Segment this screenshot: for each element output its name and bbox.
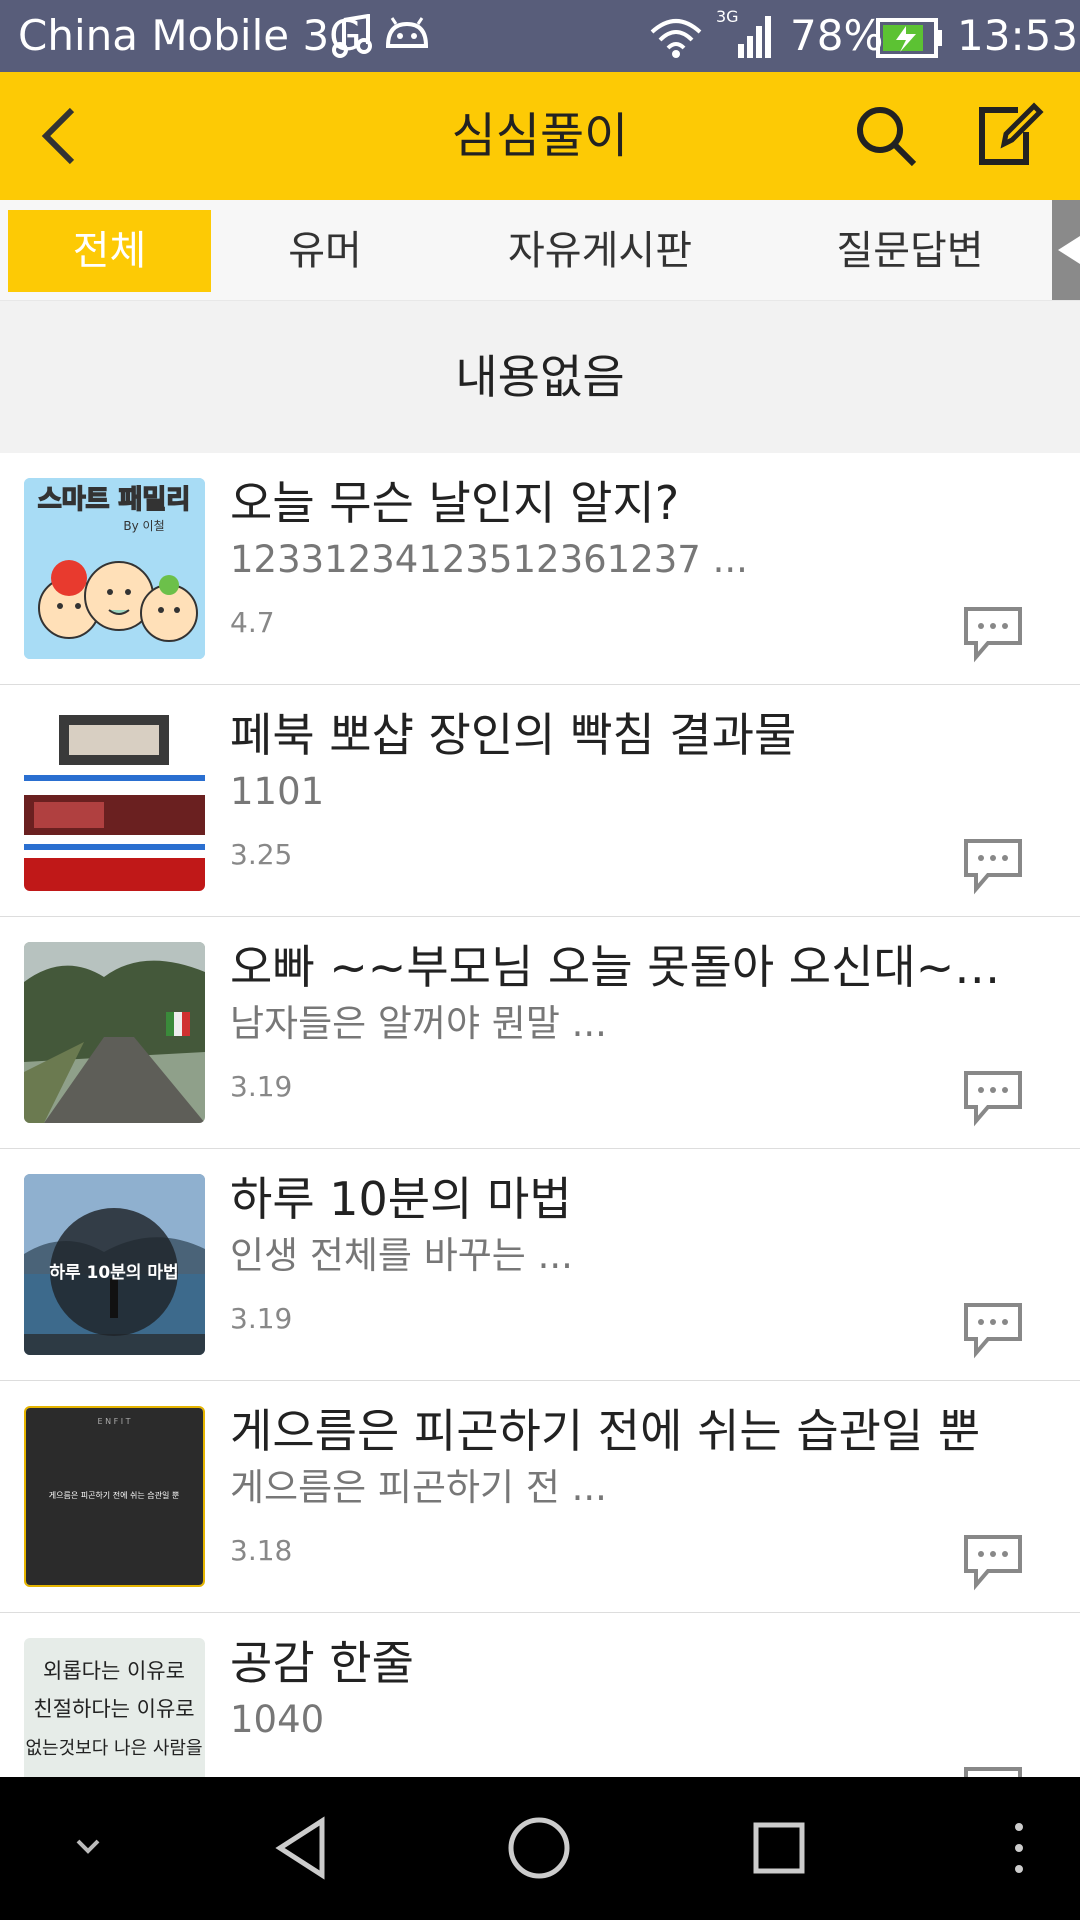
svg-text:3G: 3G [716,8,739,26]
search-button[interactable] [846,96,926,176]
more-vertical-icon [1004,1823,1034,1887]
post-meta: 3.19 [230,1070,293,1103]
post-subtitle: 남자들은 알꺼야 뭔말 ... [230,1002,607,1045]
recents-square-icon [744,1822,814,1887]
list-item[interactable]: E N F I T 게으름은 피곤하기 전에 쉬는 습관일 뿐 게으름은 피곤하… [0,1381,1080,1613]
clock: 13:53 [957,11,1079,60]
thumbnail-smart-family: 스마트 패밀리 By 이철 [24,478,205,659]
post-title: 하루 10분의 마법 [230,1172,572,1226]
tab-free-board[interactable]: 자유게시판 [480,210,720,292]
comment-icon [962,607,1024,667]
comment-button[interactable] [962,603,1024,663]
post-subtitle: 인생 전체를 바꾸는 ... [230,1234,573,1277]
nav-recents-button[interactable] [744,1813,814,1887]
category-tabs: 전체 유머 자유게시판 질문답변 [0,200,1080,301]
back-button[interactable] [22,96,102,176]
compose-icon [966,102,1046,180]
post-title: 공감 한줄 [230,1636,414,1690]
thumbnail-photo-edit [24,710,205,891]
post-meta: 3.19 [230,1302,293,1335]
nav-back-button[interactable] [270,1813,334,1887]
comment-button[interactable] [962,835,1024,895]
post-subtitle: 1040 [230,1698,325,1741]
comment-button[interactable] [962,1067,1024,1127]
thumbnail-road [24,942,205,1123]
tab-all[interactable]: 전체 [8,210,211,292]
comment-icon [962,1071,1024,1131]
thumbnail-handwriting: 외롭다는 이유로 친절하다는 이유로 없는것보다 나은 사람을 [24,1638,205,1777]
post-title: 오늘 무슨 날인지 알지? [230,476,680,530]
thumb-text-title: 스마트 패밀리 [38,485,191,515]
nav-hide-button[interactable] [64,1829,112,1869]
thumb-text-by: By 이철 [123,519,164,533]
list-item[interactable]: 스마트 패밀리 By 이철 오늘 무슨 날인지 알지? 123312341235… [0,453,1080,685]
tab-scroll-button[interactable] [1052,200,1080,300]
post-subtitle: 12331234123512361237 ... [230,538,748,581]
post-list: 스마트 패밀리 By 이철 오늘 무슨 날인지 알지? 123312341235… [0,453,1080,1777]
thumb-text-brand: E N F I T [97,1417,130,1426]
list-item[interactable]: 외롭다는 이유로 친절하다는 이유로 없는것보다 나은 사람을 공감 한줄 10… [0,1613,1080,1777]
comment-icon [962,1303,1024,1363]
battery-charging-icon [876,18,944,62]
post-title: 오빠 ~~부모님 오늘 못돌아 오신대~~... [230,940,1030,994]
tab-humor[interactable]: 유머 [230,210,420,292]
thumbnail-lake: 하루 10분의 마법 [24,1174,205,1355]
nav-home-button[interactable] [504,1813,574,1887]
battery-percent: 78% [790,11,884,60]
chevron-left-icon [22,107,102,180]
search-icon [846,107,926,180]
empty-notice: 내용없음 [0,301,1080,453]
comment-button[interactable] [962,1763,1024,1777]
thumb-handwriting-line-3: 없는것보다 나은 사람을 [25,1738,202,1759]
post-meta: 3.25 [230,838,293,871]
navigation-bar [0,1777,1080,1920]
comment-icon [962,839,1024,899]
post-meta: 3.18 [230,1534,293,1567]
thumb-handwriting-line-1: 외롭다는 이유로 [43,1659,185,1683]
list-item[interactable]: 페북 뽀샵 장인의 빡침 결과물 1101 3.25 [0,685,1080,917]
post-subtitle: 게으름은 피곤하기 전 ... [230,1466,607,1509]
chevron-down-icon [64,1839,112,1869]
wifi-icon [648,14,704,64]
comment-button[interactable] [962,1299,1024,1359]
status-bar: China Mobile 3G 3G 78% 13:53 [0,0,1080,72]
tab-qna[interactable]: 질문답변 [810,210,1010,292]
thumb-text-quote: 게으름은 피곤하기 전에 쉬는 습관일 뿐 [49,1490,179,1500]
nav-more-button[interactable] [1004,1813,1034,1887]
write-button[interactable] [966,96,1046,176]
post-title: 페북 뽀샵 장인의 빡침 결과물 [230,708,797,762]
android-icon [384,14,430,58]
post-title: 게으름은 피곤하기 전에 쉬는 습관일 뿐 [230,1404,981,1458]
thumbnail-dark-quote: E N F I T 게으름은 피곤하기 전에 쉬는 습관일 뿐 [24,1406,205,1587]
signal-icon: 3G [716,7,772,66]
back-triangle-icon [270,1816,334,1887]
post-meta: 4.7 [230,606,275,639]
list-item[interactable]: 오빠 ~~부모님 오늘 못돌아 오신대~~... 남자들은 알꺼야 뭔말 ...… [0,917,1080,1149]
comment-icon [962,1535,1024,1595]
thumb-handwriting-line-2: 친절하다는 이유로 [33,1697,194,1721]
app-bar: 심심풀이 [0,72,1080,200]
home-circle-icon [504,1817,574,1887]
thumb-text-magic: 하루 10분의 마법 [49,1263,178,1283]
comment-button[interactable] [962,1531,1024,1591]
post-subtitle: 1101 [230,770,325,813]
list-item[interactable]: 하루 10분의 마법 하루 10분의 마법 인생 전체를 바꾸는 ... 3.1… [0,1149,1080,1381]
carrier-label: China Mobile 3G [18,11,362,60]
music-icon [332,13,372,62]
